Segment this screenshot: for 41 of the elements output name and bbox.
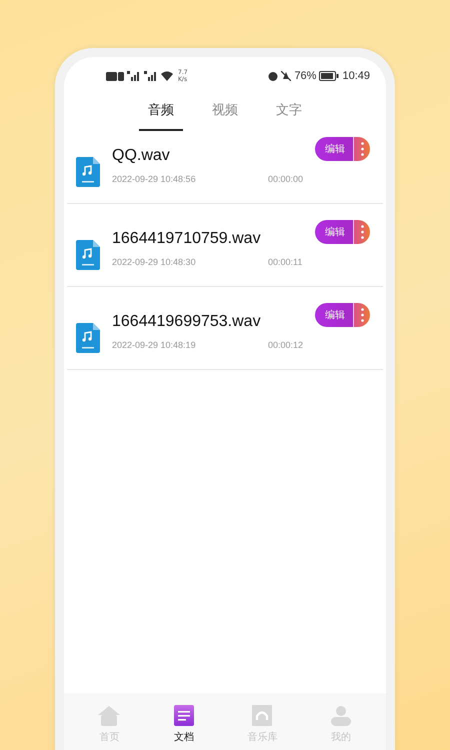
file-duration: 00:00:11 bbox=[268, 256, 302, 266]
more-icon bbox=[360, 225, 364, 239]
more-icon bbox=[360, 142, 364, 156]
clock: 10:49 bbox=[342, 70, 370, 82]
tab[interactable]: 视频 bbox=[203, 97, 247, 131]
nav-item[interactable]: 文档 bbox=[168, 693, 199, 750]
edit-button[interactable]: 编辑 bbox=[315, 137, 353, 161]
muted-bell-icon bbox=[281, 71, 292, 81]
file-date: 2022-09-29 10:48:19 bbox=[112, 340, 197, 350]
signal-icon bbox=[127, 71, 141, 81]
nav-label: 文档 bbox=[174, 730, 194, 744]
headphones-icon bbox=[251, 705, 274, 727]
file-duration: 00:00:12 bbox=[268, 340, 304, 350]
audio-file-icon bbox=[76, 240, 100, 270]
signal-icon bbox=[144, 71, 158, 81]
file-row[interactable]: QQ.wav 2022-09-29 10:48:56 00:00:00 编辑 bbox=[67, 131, 383, 204]
file-date: 2022-09-29 10:48:56 bbox=[112, 174, 197, 184]
more-button[interactable] bbox=[353, 137, 370, 161]
file-name: 1664419699753.wav bbox=[112, 312, 262, 330]
file-name: QQ.wav bbox=[112, 146, 171, 164]
file-date: 2022-09-29 10:48:30 bbox=[112, 256, 197, 266]
file-name: 1664419710759.wav bbox=[112, 230, 262, 248]
more-button[interactable] bbox=[353, 303, 370, 327]
wifi-icon bbox=[161, 71, 173, 81]
home-icon bbox=[98, 705, 120, 727]
tab[interactable]: 文字 bbox=[267, 97, 311, 131]
edit-button[interactable]: 编辑 bbox=[315, 220, 353, 244]
file-duration: 00:00:00 bbox=[268, 174, 304, 184]
tab[interactable]: 音频 bbox=[139, 97, 183, 131]
hd-icon bbox=[106, 72, 124, 80]
document-icon bbox=[172, 705, 195, 727]
audio-file-icon bbox=[76, 157, 100, 187]
audio-file-icon bbox=[76, 323, 100, 353]
more-icon bbox=[360, 308, 364, 322]
person-icon bbox=[330, 705, 352, 727]
file-row[interactable]: 1664419710759.wav 2022-09-29 10:48:30 00:00:11 编辑 bbox=[67, 204, 383, 287]
file-row[interactable]: 1664419699753.wav 2022-09-29 10:48:19 00:00:12 编辑 bbox=[67, 287, 383, 370]
battery-icon bbox=[319, 71, 340, 81]
edit-button[interactable]: 编辑 bbox=[315, 303, 353, 327]
more-button[interactable] bbox=[353, 220, 370, 244]
battery-percent: 76% bbox=[294, 70, 316, 82]
